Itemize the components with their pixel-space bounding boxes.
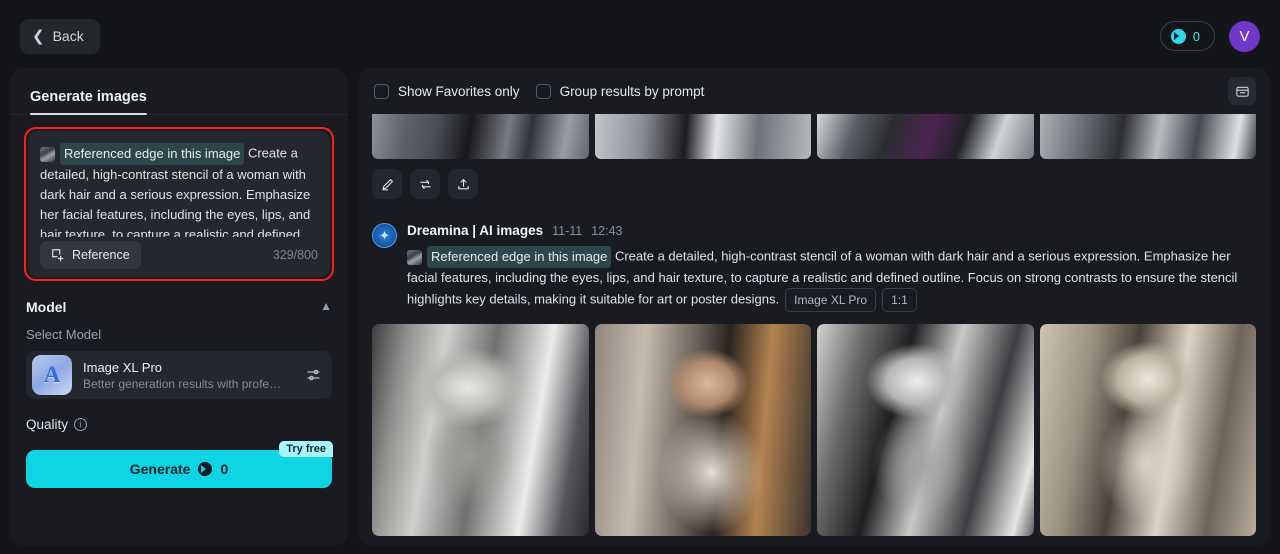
- model-name: Image XL Pro: [83, 359, 163, 375]
- checkbox-group-by-prompt[interactable]: [535, 83, 551, 99]
- post-date: 11-11: [552, 224, 583, 238]
- top-bar: ❮ Back 0 V: [0, 0, 1280, 72]
- top-bar-right: 0 V: [1159, 20, 1260, 52]
- back-button-label: Back: [52, 28, 84, 44]
- reference-button-label: Reference: [72, 248, 130, 262]
- tab-label: Generate images: [30, 89, 147, 105]
- filter-label: Group results by prompt: [559, 83, 705, 99]
- generate-button-wrapper: Generate 0 Try free: [26, 441, 333, 488]
- reference-chip-label: Referenced edge in this image: [60, 143, 245, 165]
- results-filters: Show Favorites only Group results by pro…: [358, 68, 1270, 114]
- result-image[interactable]: [817, 114, 1034, 159]
- try-free-badge: Try free: [279, 441, 333, 457]
- reference-chip[interactable]: Referenced edge in this image: [407, 246, 612, 268]
- model-description: Better generation results with profe…: [83, 376, 282, 391]
- model-meta: Image XL Pro Better generation results w…: [83, 360, 306, 391]
- result-image[interactable]: [817, 324, 1034, 536]
- avatar-initial: V: [1239, 27, 1250, 45]
- model-tag: Image XL Pro: [785, 288, 877, 312]
- result-image[interactable]: [1039, 114, 1256, 159]
- credits-badge[interactable]: 0: [1159, 21, 1215, 51]
- generate-panel: Generate images Referenced edge in this …: [10, 68, 348, 546]
- filter-show-favorites[interactable]: Show Favorites only: [374, 83, 520, 99]
- result-image[interactable]: [594, 114, 811, 159]
- reference-button[interactable]: Reference: [40, 241, 141, 269]
- tab-generate-images[interactable]: Generate images: [30, 89, 147, 115]
- ratio-tag: 1:1: [882, 288, 917, 312]
- result-post: ✦ Dreamina | AI images 11-11 12:43 Refer…: [372, 223, 1256, 312]
- result-image[interactable]: [1039, 324, 1256, 536]
- reference-thumbnail-icon: [40, 146, 55, 162]
- coin-icon: [198, 462, 213, 476]
- quality-row: Quality i: [26, 417, 332, 432]
- previous-result-actions: [372, 169, 1256, 199]
- model-section-header: Model ▲: [26, 299, 332, 315]
- post-meta: Dreamina | AI images 11-11 12:43: [407, 223, 1256, 238]
- result-image[interactable]: [372, 324, 589, 536]
- model-logo-glyph: A: [43, 362, 61, 387]
- panel-tabs: Generate images: [10, 68, 348, 115]
- select-model-label: Select Model: [26, 327, 102, 342]
- regenerate-icon[interactable]: [410, 169, 440, 199]
- chevron-up-icon[interactable]: ▲: [320, 299, 332, 313]
- coin-icon: [1170, 28, 1186, 44]
- add-image-icon: [52, 249, 64, 262]
- prompt-highlight-box: Referenced edge in this image Create a d…: [24, 127, 334, 281]
- reference-chip-label: Referenced edge in this image: [427, 246, 612, 268]
- avatar[interactable]: V: [1229, 20, 1260, 52]
- folder-icon[interactable]: [1228, 77, 1256, 105]
- reference-chip[interactable]: Referenced edge in this image: [40, 143, 245, 165]
- prompt-text: Referenced edge in this image Create a d…: [40, 143, 318, 237]
- post-prompt: Referenced edge in this image Create a d…: [407, 246, 1256, 312]
- character-counter: 329/800: [272, 248, 318, 262]
- sparkle-icon: ✦: [372, 223, 397, 248]
- brand-name: Dreamina | AI images: [407, 223, 544, 238]
- model-section-title: Model: [26, 299, 67, 315]
- filter-group-by-prompt[interactable]: Group results by prompt: [535, 83, 705, 99]
- sliders-icon[interactable]: [306, 367, 322, 383]
- generate-button-label: Generate: [129, 461, 191, 477]
- result-image[interactable]: [594, 324, 811, 536]
- model-card[interactable]: A Image XL Pro Better generation results…: [26, 351, 332, 399]
- back-button[interactable]: ❮ Back: [20, 18, 100, 54]
- chevron-left-icon: ❮: [32, 27, 45, 45]
- result-image[interactable]: [372, 114, 589, 159]
- checkbox-show-favorites[interactable]: [374, 83, 389, 99]
- post-time: 12:43: [591, 224, 623, 238]
- upload-icon[interactable]: [448, 169, 478, 199]
- quality-label: Quality: [26, 417, 69, 432]
- result-image-grid: [372, 324, 1256, 536]
- generate-cost: 0: [220, 461, 229, 477]
- post-body: Dreamina | AI images 11-11 12:43 Referen…: [407, 223, 1256, 312]
- model-logo-icon: A: [32, 355, 72, 395]
- edit-icon[interactable]: [372, 169, 402, 199]
- reference-thumbnail-icon: [407, 249, 422, 265]
- previous-result-images[interactable]: [372, 114, 1256, 159]
- prompt-footer: Reference 329/800: [40, 241, 318, 269]
- credits-value: 0: [1192, 28, 1200, 44]
- results-panel: Show Favorites only Group results by pro…: [358, 68, 1270, 546]
- filter-label: Show Favorites only: [398, 83, 520, 99]
- info-icon[interactable]: i: [74, 418, 88, 431]
- prompt-input[interactable]: Referenced edge in this image Create a d…: [28, 131, 330, 277]
- results-list: ✦ Dreamina | AI images 11-11 12:43 Refer…: [358, 114, 1270, 546]
